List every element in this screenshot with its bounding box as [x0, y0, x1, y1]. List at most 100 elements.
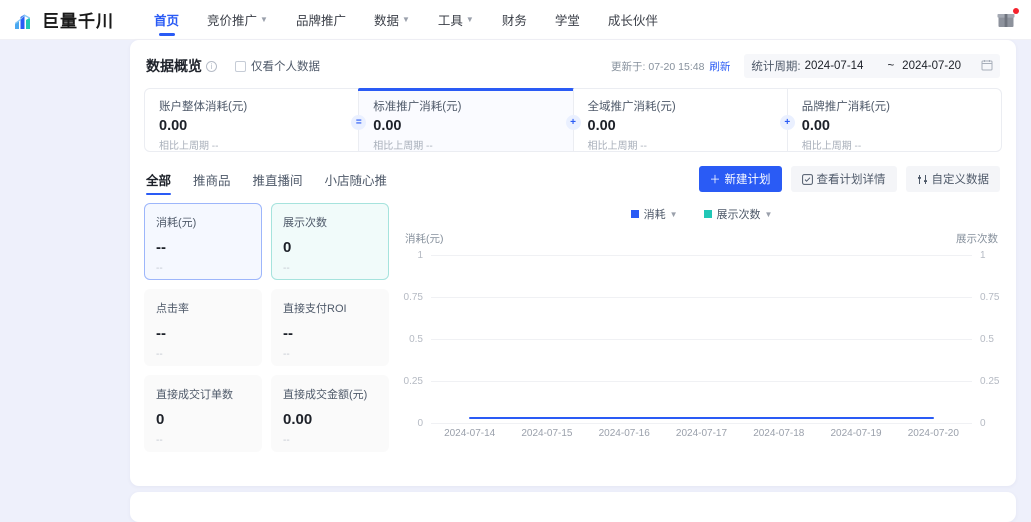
card-value: 0.00	[587, 118, 616, 134]
gridline-row: 0.5 0.5	[401, 334, 1002, 345]
tab-label: 全部	[146, 174, 172, 188]
tile-impressions[interactable]: 展示次数 0 --	[271, 203, 389, 280]
tile-spend[interactable]: 消耗(元) -- --	[144, 203, 262, 280]
legend-swatch	[703, 210, 712, 218]
tab-live-room-promotion[interactable]: 推直播间	[253, 170, 303, 195]
tile-title: 消耗(元)	[156, 217, 197, 229]
tile-value: 0.00	[283, 411, 313, 428]
create-plan-button[interactable]: ＋ 新建计划	[698, 166, 782, 192]
legend-item-spend[interactable]: 消耗 ▼	[630, 206, 678, 222]
chevron-down-icon[interactable]: ▼	[765, 210, 773, 219]
legend-label: 消耗	[643, 209, 666, 221]
gridline	[431, 297, 972, 298]
y-tick-left: 0	[417, 418, 423, 429]
checkbox-label: 仅看个人数据	[251, 61, 320, 73]
card-subtext: 相比上周期 --	[373, 141, 433, 152]
nav-item-label: 竞价推广	[207, 14, 258, 28]
tab-label: 小店随心推	[324, 174, 388, 188]
tile-direct-payment-roi[interactable]: 直接支付ROI -- --	[271, 289, 389, 366]
gridline	[431, 381, 972, 382]
x-axis-labels: 2024-07-14 2024-07-15 2024-07-16 2024-07…	[401, 428, 1002, 439]
card-brand-promotion-spend[interactable]: 品牌推广消耗(元) 0.00 相比上周期 --	[786, 89, 1001, 152]
data-overview-panel: 数据概览 i 仅看个人数据 更新于: 07-20 15:48 刷新 统计周期: …	[130, 40, 1016, 486]
brand-logo[interactable]: 巨量千川	[14, 7, 114, 32]
info-icon[interactable]: i	[206, 60, 217, 72]
y-tick-left: 0.5	[409, 334, 423, 345]
tab-shop-easy-promotion[interactable]: 小店随心推	[325, 170, 388, 195]
date-range-separator: ~	[887, 60, 895, 72]
card-standard-promotion-spend[interactable]: 标准推广消耗(元) 0.00 相比上周期 -- +	[358, 88, 581, 152]
y-tick-left: 1	[417, 250, 423, 261]
custom-data-button[interactable]: 自定义数据	[905, 166, 1000, 192]
personal-data-checkbox[interactable]: 仅看个人数据	[235, 58, 320, 74]
calendar-icon[interactable]	[981, 59, 993, 74]
view-plan-detail-label: 查看计划详情	[816, 174, 886, 186]
card-account-total-spend[interactable]: 账户整体消耗(元) 0.00 相比上周期 -- =	[145, 89, 367, 152]
nav-item-label: 学堂	[554, 14, 580, 28]
nav-item-home[interactable]: 首页	[140, 0, 193, 40]
spend-summary-cards: 账户整体消耗(元) 0.00 相比上周期 -- = 标准推广消耗(元) 0.00…	[144, 88, 1002, 152]
top-navigation-bar: 巨量千川 首页 竞价推广 ▼ 品牌推广 数据 ▼ 工具 ▼ 财务 学堂 成长伙伴	[0, 0, 1031, 40]
tab-product-promotion[interactable]: 推商品	[193, 170, 231, 195]
y-tick-right: 0.25	[980, 376, 1000, 387]
chart-plot-area: 1 1 0.75 0.75 0.5 0.5 0.25 0.25 0 0	[401, 250, 1002, 429]
date-range-end: 2024-07-20	[902, 60, 961, 72]
tile-title: 直接成交订单数	[156, 389, 233, 401]
page-body: 数据概览 i 仅看个人数据 更新于: 07-20 15:48 刷新 统计周期: …	[0, 40, 1031, 522]
nav-item-finance[interactable]: 财务	[488, 0, 541, 40]
tile-value: 0	[156, 411, 165, 428]
series-line-spend	[469, 417, 934, 419]
gridline	[431, 255, 972, 256]
gridline-row: 0 0	[401, 418, 1002, 429]
card-subtext: 相比上周期 --	[159, 141, 219, 152]
next-panel-placeholder	[130, 492, 1016, 522]
tile-subtext: --	[156, 435, 163, 446]
card-value: 0.00	[373, 118, 402, 134]
refresh-button[interactable]: 刷新	[709, 59, 730, 74]
filter-tabs-row: 全部 推商品 推直播间 小店随心推 ＋ 新建计划 查看计划详情 自定义数据	[146, 166, 1000, 195]
x-tick-label: 2024-07-18	[753, 428, 805, 439]
sliders-icon	[917, 174, 928, 185]
right-axis-label: 展示次数	[956, 233, 998, 245]
card-subtext: 相比上周期 --	[587, 141, 647, 152]
metric-tile-grid: 消耗(元) -- -- 展示次数 0 -- 点击率 -- -- 直接支付ROI …	[144, 203, 389, 452]
y-tick-right: 1	[980, 250, 986, 261]
gridline	[431, 423, 972, 424]
y-tick-right: 0.75	[980, 292, 1000, 303]
legend-label: 展示次数	[716, 209, 761, 221]
card-title: 账户整体消耗(元)	[159, 101, 248, 113]
nav-item-growth-partner[interactable]: 成长伙伴	[594, 0, 672, 40]
nav-item-label: 成长伙伴	[607, 14, 658, 28]
card-global-promotion-spend[interactable]: 全域推广消耗(元) 0.00 相比上周期 -- +	[572, 89, 795, 152]
x-tick-label: 2024-07-19	[830, 428, 882, 439]
gridline-row: 0.75 0.75	[401, 292, 1002, 303]
tile-subtext: --	[156, 349, 163, 360]
tab-all[interactable]: 全部	[146, 170, 172, 195]
nav-item-label: 财务	[501, 14, 527, 28]
checkbox-box-icon	[235, 60, 246, 72]
nav-item-bid-promotion[interactable]: 竞价推广 ▼	[193, 0, 282, 40]
view-plan-detail-button[interactable]: 查看计划详情	[790, 166, 897, 192]
date-range-label: 统计周期:	[751, 61, 801, 73]
nav-item-brand-promotion[interactable]: 品牌推广	[282, 0, 360, 40]
legend-item-impressions[interactable]: 展示次数 ▼	[703, 206, 773, 222]
tab-label: 推商品	[193, 174, 231, 188]
date-range-picker[interactable]: 统计周期: 2024-07-14 ~ 2024-07-20	[744, 54, 1000, 78]
tile-click-rate[interactable]: 点击率 -- --	[144, 289, 262, 366]
nav-item-academy[interactable]: 学堂	[541, 0, 594, 40]
chevron-down-icon: ▼	[465, 14, 474, 24]
tile-direct-order-count[interactable]: 直接成交订单数 0 --	[144, 375, 262, 452]
x-tick-label: 2024-07-17	[675, 428, 728, 439]
nav-item-tools[interactable]: 工具 ▼	[424, 0, 488, 40]
page-title: 数据概览	[146, 58, 202, 74]
x-tick-label: 2024-07-15	[521, 428, 573, 439]
gift-icon[interactable]	[996, 8, 1019, 31]
card-title: 全域推广消耗(元)	[587, 101, 676, 113]
nav-item-data[interactable]: 数据 ▼	[360, 0, 424, 40]
chevron-down-icon[interactable]: ▼	[670, 210, 678, 219]
bar-chart-logo-icon	[14, 10, 36, 30]
tile-direct-gmv[interactable]: 直接成交金额(元) 0.00 --	[271, 375, 389, 452]
tile-title: 直接成交金额(元)	[283, 389, 368, 401]
last-updated-text: 更新于: 07-20 15:48	[611, 60, 705, 73]
tile-value: 0	[283, 239, 292, 256]
